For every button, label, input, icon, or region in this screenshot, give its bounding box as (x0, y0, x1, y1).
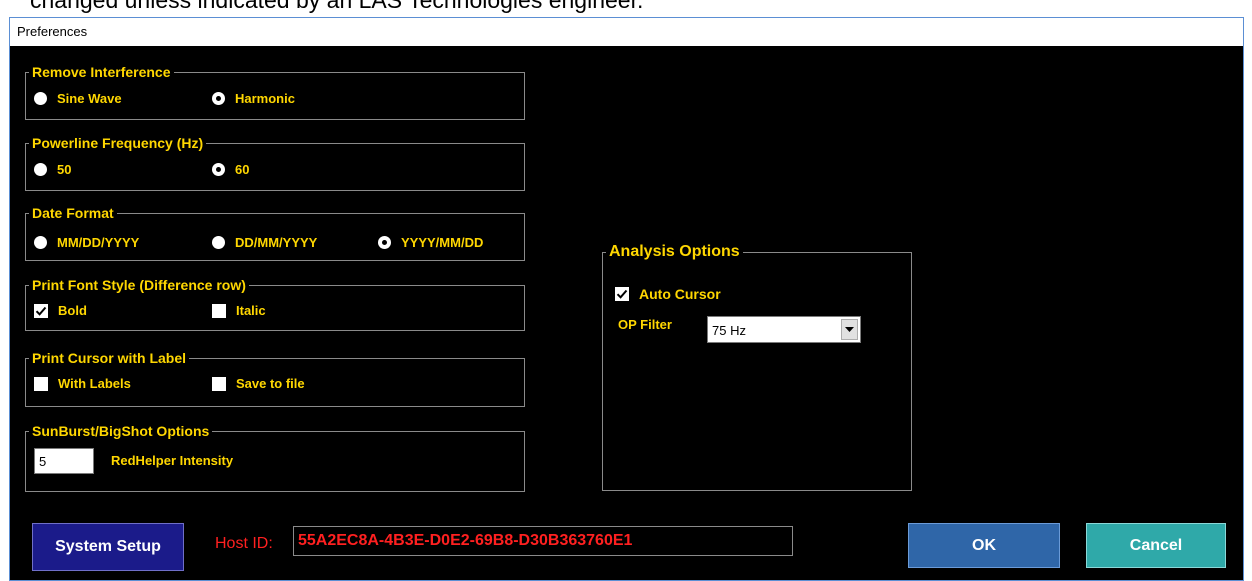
group-legend: Remove Interference (29, 64, 174, 80)
op-filter-label: OP Filter (618, 317, 672, 332)
ok-button[interactable]: OK (908, 523, 1060, 568)
checkbox-with-labels[interactable]: With Labels (34, 376, 131, 391)
dialog-title: Preferences (17, 24, 88, 39)
host-id-label: Host ID: (215, 535, 273, 552)
checkmark-icon (616, 289, 628, 299)
checkbox-italic[interactable]: Italic (212, 303, 266, 318)
group-legend: Powerline Frequency (Hz) (29, 135, 207, 151)
powerline-frequency-group: Powerline Frequency (Hz) 50 60 (25, 135, 525, 191)
print-cursor-group: Print Cursor with Label With Labels Save… (25, 350, 525, 407)
radio-indicator (378, 236, 391, 249)
checkbox-bold[interactable]: Bold (34, 303, 87, 318)
remove-interference-group: Remove Interference Sine Wave Harmonic (25, 64, 525, 120)
radio-indicator (34, 236, 47, 249)
radio-60hz[interactable]: 60 (212, 162, 249, 177)
redhelper-intensity-label: RedHelper Intensity (111, 453, 234, 468)
checkbox-save-to-file[interactable]: Save to file (212, 376, 305, 391)
op-filter-value: 75 Hz (712, 323, 746, 338)
checkbox-indicator (34, 303, 48, 318)
system-setup-button[interactable]: System Setup (32, 523, 184, 571)
date-format-group: Date Format MM/DD/YYYY DD/MM/YYYY YYYY/M… (25, 205, 525, 261)
group-legend: Analysis Options (606, 244, 743, 260)
checkbox-indicator (34, 376, 48, 391)
sunburst-options-group: SunBurst/BigShot Options RedHelper Inten… (25, 423, 525, 492)
radio-indicator (212, 92, 225, 105)
print-font-style-group: Print Font Style (Difference row) Bold I… (25, 277, 525, 331)
cancel-button[interactable]: Cancel (1086, 523, 1226, 568)
checkbox-indicator (212, 303, 226, 318)
checkbox-indicator (212, 376, 226, 391)
radio-50hz[interactable]: 50 (34, 162, 71, 177)
radio-dd-mm-yyyy[interactable]: DD/MM/YYYY (212, 235, 317, 250)
group-legend: SunBurst/BigShot Options (29, 423, 213, 439)
radio-indicator (212, 236, 225, 249)
checkmark-icon (35, 306, 47, 316)
host-id-value: 55A2EC8A-4B3E-D0E2-69B8-D30B363760E1 (298, 532, 633, 549)
group-legend: Date Format (29, 205, 117, 221)
background-instruction-text: changed unless indicated by an LAS Techn… (30, 0, 644, 13)
radio-indicator (34, 163, 47, 176)
radio-mm-dd-yyyy[interactable]: MM/DD/YYYY (34, 235, 139, 250)
op-filter-select[interactable]: 75 Hz (707, 316, 861, 343)
group-legend: Print Font Style (Difference row) (29, 277, 249, 293)
radio-sine-wave[interactable]: Sine Wave (34, 91, 122, 106)
radio-harmonic[interactable]: Harmonic (212, 91, 295, 106)
radio-indicator (212, 163, 225, 176)
radio-yyyy-mm-dd[interactable]: YYYY/MM/DD (378, 235, 483, 250)
group-legend: Print Cursor with Label (29, 350, 190, 366)
title-bar: Preferences (10, 18, 1243, 46)
checkbox-auto-cursor[interactable]: Auto Cursor (615, 286, 721, 302)
analysis-options-group: Analysis Options Auto Cursor OP Filter 7… (602, 244, 912, 491)
chevron-down-icon (845, 327, 854, 332)
redhelper-intensity-input[interactable] (34, 448, 94, 474)
radio-indicator (34, 92, 47, 105)
host-id-field[interactable]: 55A2EC8A-4B3E-D0E2-69B8-D30B363760E1 (293, 526, 793, 556)
dropdown-button[interactable] (841, 319, 858, 340)
preferences-dialog: Preferences Remove Interference Sine Wav… (9, 17, 1244, 581)
checkbox-indicator (615, 287, 629, 301)
